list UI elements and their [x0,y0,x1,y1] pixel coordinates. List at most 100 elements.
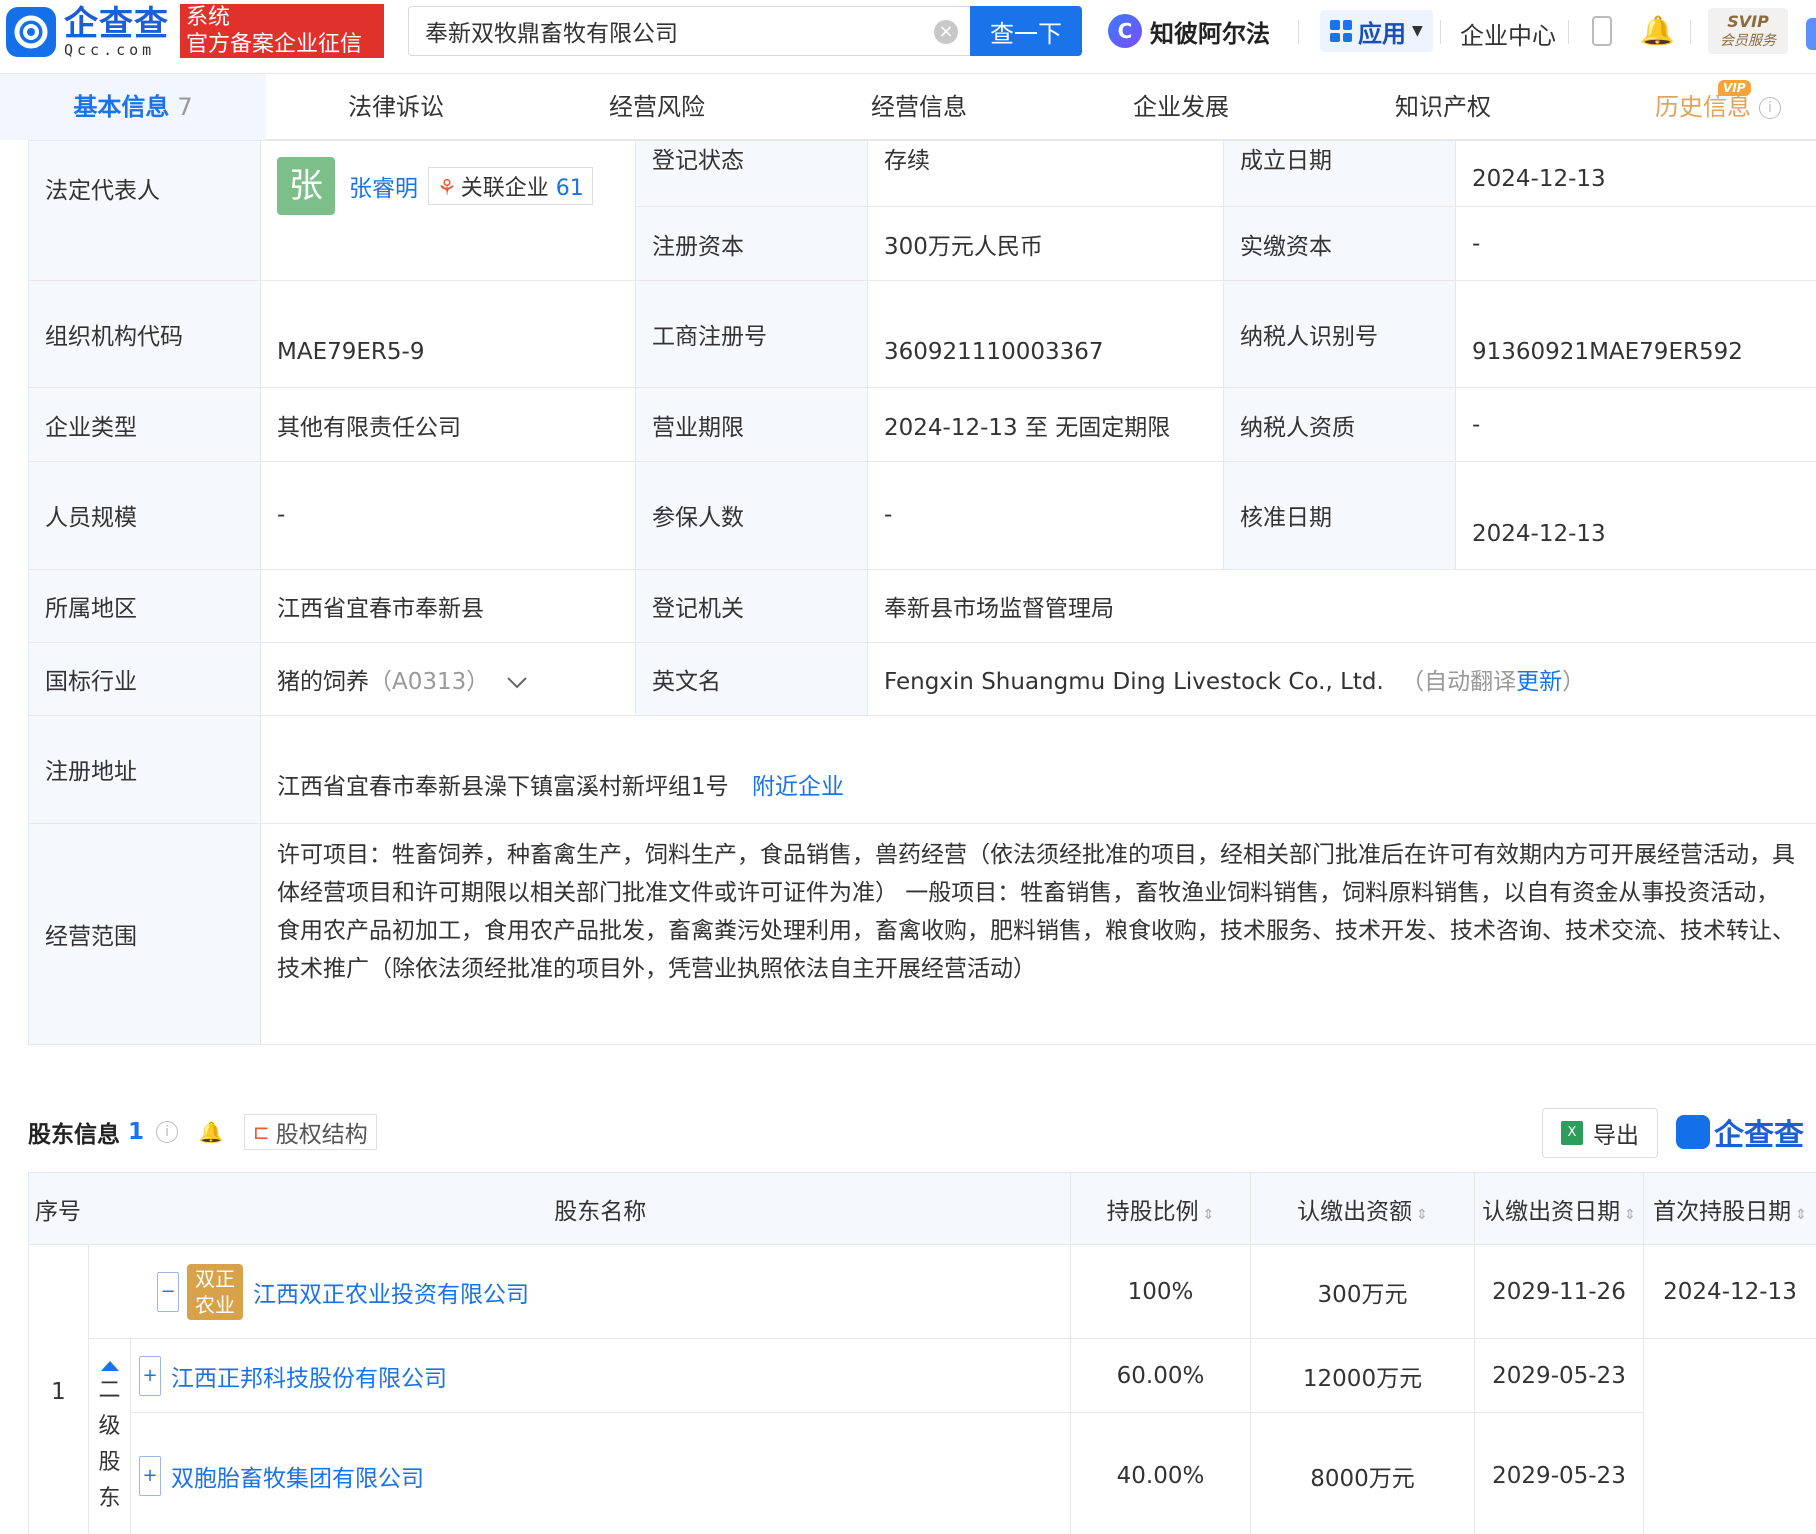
tab-basic-info[interactable]: 基本信息 7 [0,74,266,140]
address-value: 江西省宜春市奉新县澡下镇富溪村新坪组1号 [277,774,729,800]
secondary-shareholder-cell: + 双胞胎畜牧集团有限公司 [130,1412,1071,1534]
collapse-up-icon[interactable] [100,1360,119,1371]
secondary-sub-date: 2029-05-23 [1474,1412,1644,1534]
industry-cell[interactable]: 猪的饲养（A0313） [260,642,636,716]
shareholders-count: 1 [128,1119,145,1145]
secondary-shareholder-name[interactable]: 江西正邦科技股份有限公司 [171,1366,447,1392]
nearby-companies-link[interactable]: 附近企业 [752,774,844,800]
equity-structure-label: 股权结构 [275,1122,368,1148]
sort-icon[interactable]: ⇕ [1203,1207,1215,1223]
primary-ratio: 100% [1070,1244,1251,1339]
capital-value: 300万元人民币 [867,206,1224,281]
paid-label: 实缴资本 [1223,206,1456,281]
authority-label: 登记机关 [635,569,868,643]
sort-icon[interactable]: ⇕ [1624,1207,1636,1223]
tab-history[interactable]: 历史信息 i VIP [1620,74,1816,140]
col-name: 股东名称 [130,1172,1071,1245]
col-amount[interactable]: 认缴出资额 ⇕ [1250,1172,1475,1245]
header-divider [1690,20,1691,44]
collapse-icon[interactable]: − [157,1271,179,1312]
paid-value: - [1455,206,1816,281]
level-char: 东 [98,1485,121,1511]
secondary-shareholder-name[interactable]: 双胞胎畜牧集团有限公司 [171,1466,424,1492]
expand-icon[interactable]: + [139,1455,161,1496]
side-float-tab[interactable] [1806,18,1816,50]
tax-qual-label: 纳税人资质 [1223,387,1456,462]
col-first-date[interactable]: 首次持股日期 ⇕ [1643,1172,1816,1245]
bell-icon[interactable]: 🔔 [1640,14,1675,47]
table-row: 二 级 股 东 + 江西正邦科技股份有限公司 60.00% 12000万元 202… [29,1338,1816,1534]
col-ratio[interactable]: 持股比例 ⇕ [1070,1172,1251,1245]
qcc-brand-text: 企查查 [1714,1118,1804,1153]
staff-value: - [260,461,636,570]
tab-operations[interactable]: 经营信息 [788,74,1050,140]
en-name-label: 英文名 [635,642,868,716]
related-label: 关联企业 [460,176,549,201]
tab-label: 经营风险 [609,93,705,121]
clear-icon[interactable]: × [934,20,958,44]
related-companies-tag[interactable]: ⚘ 关联企业 61 [428,167,593,205]
zhibi-alpha-link[interactable]: C 知彼阿尔法 [1108,10,1270,52]
primary-sub-date: 2029-11-26 [1474,1244,1644,1339]
qcc-watermark-logo: 企查查 [1676,1110,1804,1154]
info-icon[interactable]: i [156,1121,179,1143]
shareholders-header: 股东信息 1 i 🔔 ⊏ 股权结构 [28,1110,377,1154]
section-tabs: 基本信息 7 法律诉讼 经营风险 经营信息 企业发展 知识产权 历史信息 i VIP [0,74,1816,140]
tab-risk[interactable]: 经营风险 [526,74,788,140]
chevron-down-icon: ▼ [1412,23,1423,39]
bell-icon[interactable]: 🔔 [196,1117,226,1147]
sort-icon[interactable]: ⇕ [1416,1207,1428,1223]
legal-rep-label: 法定代表人 [28,140,261,281]
chevron-down-icon[interactable] [505,675,529,691]
col-sub-date[interactable]: 认缴出资日期 ⇕ [1474,1172,1644,1245]
authority-value: 奉新县市场监督管理局 [867,569,1816,643]
term-label: 营业期限 [635,387,868,462]
approve-value: 2024-12-13 [1455,461,1816,570]
search-button[interactable]: 查一下 [970,6,1082,56]
tab-ip[interactable]: 知识产权 [1312,74,1574,140]
staff-label: 人员规模 [28,461,261,570]
secondary-shareholder-cell: + 江西正邦科技股份有限公司 [130,1338,1071,1413]
scope-value: 许可项目：牲畜饲养，种畜禽生产，饲料生产，食品销售，兽药经营（依法须经批准的项目… [260,823,1816,1045]
tab-label: 基本信息 [73,93,170,121]
address-label: 注册地址 [28,715,261,824]
tab-label: 经营信息 [871,93,967,121]
apps-menu-button[interactable]: 应用 ▼ [1320,10,1433,52]
reg-no-label: 工商注册号 [635,280,868,388]
qcc-logo[interactable]: 企查查 Qcc.com [6,6,169,58]
en-name-cell: Fengxin Shuangmu Ding Livestock Co., Ltd… [867,642,1816,716]
secondary-ratio: 60.00% [1070,1338,1251,1413]
level-char: 级 [98,1413,121,1439]
official-badge-line2: 官方备案企业征信 [186,32,363,57]
enterprise-center-link[interactable]: 企业中心 [1460,16,1556,51]
en-name-note-suffix: ） [1562,669,1586,695]
equity-structure-button[interactable]: ⊏ 股权结构 [244,1114,377,1150]
export-button[interactable]: X 导出 [1542,1108,1658,1158]
sort-icon[interactable]: ⇕ [1795,1207,1807,1223]
primary-shareholder-name[interactable]: 江西双正农业投资有限公司 [253,1282,529,1308]
industry-code: （A0313） [369,669,490,695]
tab-legal[interactable]: 法律诉讼 [266,74,526,140]
secondary-amount: 8000万元 [1250,1412,1475,1534]
legal-rep-avatar[interactable]: 张 [277,157,335,215]
legal-rep-name[interactable]: 张睿明 [349,176,418,202]
found-label: 成立日期 [1223,140,1456,207]
tab-development[interactable]: 企业发展 [1050,74,1312,140]
zhibi-label: 知彼阿尔法 [1150,19,1270,48]
qcc-logo-icon [6,7,56,57]
search-input[interactable]: 奉新双牧鼎畜牧有限公司 × [408,6,970,56]
col-ratio-label: 持股比例 [1106,1198,1199,1225]
header-divider [1440,20,1441,44]
level-char: 股 [98,1449,121,1475]
info-icon[interactable]: i [1759,97,1781,119]
company-logo: 双正农业 [187,1263,243,1320]
phone-icon[interactable] [1592,16,1612,46]
col-first-date-label: 首次持股日期 [1653,1198,1792,1225]
tab-label: 知识产权 [1395,93,1491,121]
expand-icon[interactable]: + [139,1355,161,1396]
org-code-label: 组织机构代码 [28,280,261,388]
svip-button[interactable]: SVIP 会员服务 [1708,8,1788,54]
en-name-update-link[interactable]: 更新 [1516,669,1562,695]
tab-count: 7 [177,93,193,121]
type-label: 企业类型 [28,387,261,462]
